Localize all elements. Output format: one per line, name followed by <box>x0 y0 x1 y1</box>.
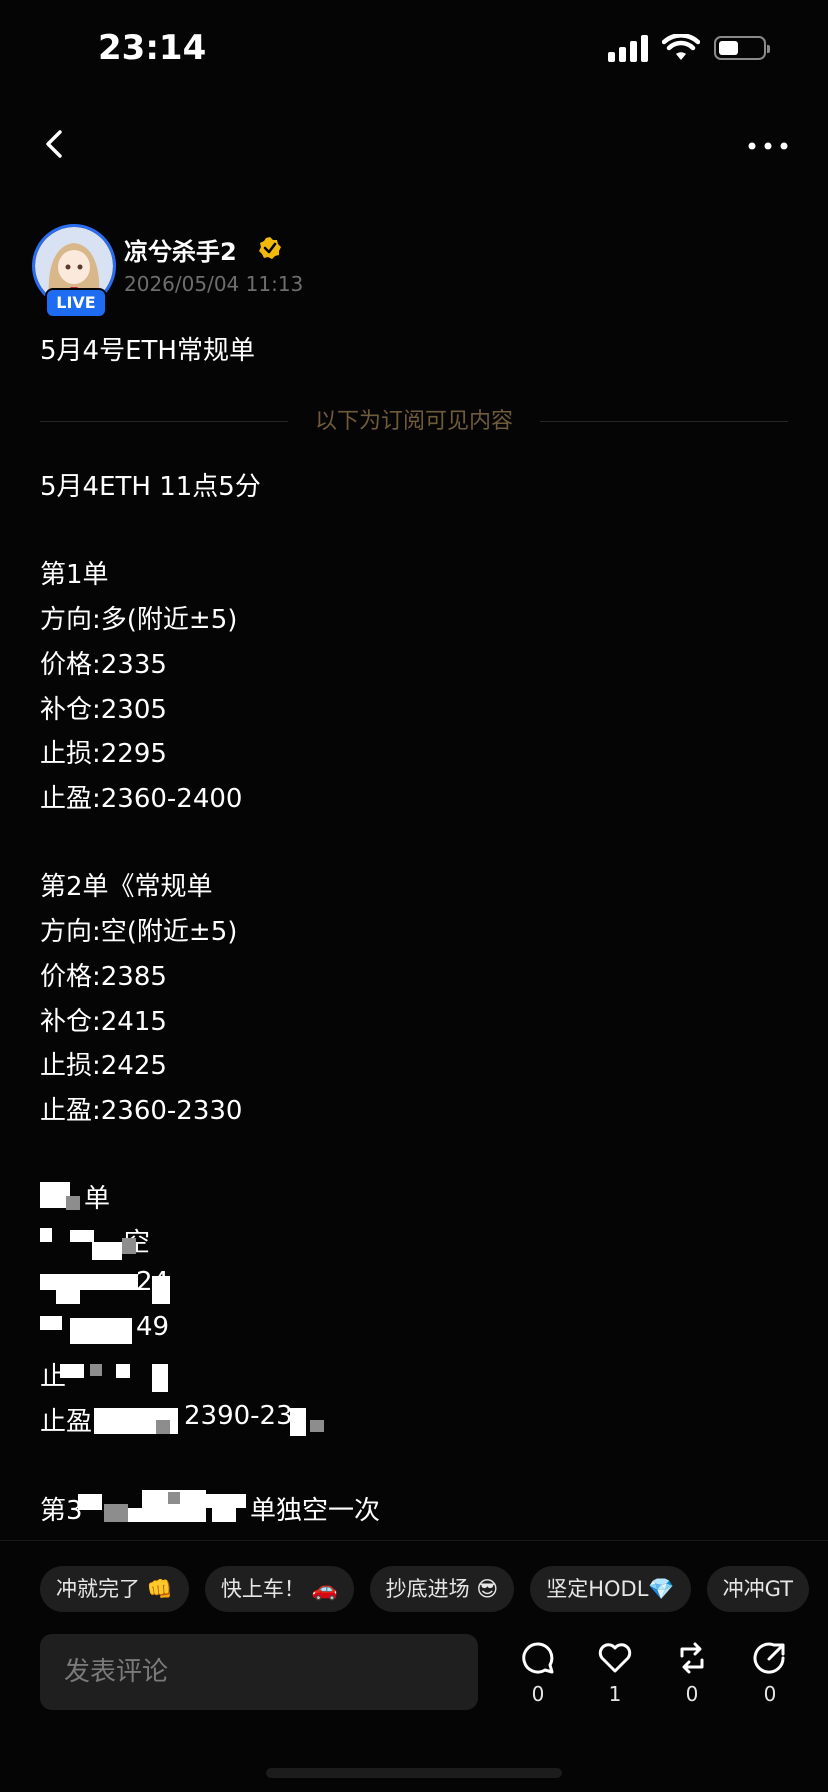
content-line: 单 <box>84 1184 111 1214</box>
author-name[interactable]: 凉兮杀手2 <box>124 232 237 267</box>
repost-count: 0 <box>685 1682 699 1706</box>
like-button[interactable]: 1 <box>595 1640 635 1706</box>
wifi-icon <box>662 34 700 60</box>
repost-button[interactable]: 0 <box>672 1640 712 1706</box>
content-line: 方向:空(附近±5) <box>40 917 238 947</box>
content-line: 补仓:2305 <box>40 695 167 725</box>
bottom-separator <box>0 1540 828 1541</box>
status-time: 23:14 <box>98 28 207 68</box>
quick-reactions: 冲就完了 👊 快上车！ 🚗 抄底进场 😎 坚定HODL💎 冲冲GT <box>40 1566 809 1612</box>
reaction-chip[interactable]: 抄底进场 😎 <box>369 1566 515 1612</box>
post-timestamp: 2026/05/04 11:13 <box>124 272 304 296</box>
post-title: 5月4号ETH常规单 <box>40 336 255 366</box>
content-line: 止损:2425 <box>40 1051 167 1081</box>
repost-icon <box>680 1642 704 1674</box>
content-line: 49 <box>136 1312 170 1342</box>
content-line: 止损:2295 <box>40 739 167 769</box>
content-line: 单独空一次 <box>250 1496 381 1526</box>
content-line: 价格:2335 <box>40 650 167 680</box>
reaction-chip[interactable]: 坚定HODL💎 <box>530 1566 691 1612</box>
content-line: 止盈 <box>40 1407 93 1437</box>
content-line: 止盈:2360-2400 <box>40 784 243 814</box>
cellular-signal-icon <box>608 34 648 62</box>
content-line: 补仓:2415 <box>40 1007 167 1037</box>
subscription-divider-label: 以下为订阅可见内容 <box>314 409 513 434</box>
comment-bubble-icon <box>522 1642 554 1674</box>
content-line: 价格:2385 <box>40 962 167 992</box>
content-line: 第1单 <box>40 560 109 590</box>
author-avatar[interactable]: LIVE <box>32 224 116 318</box>
share-icon <box>753 1642 785 1674</box>
more-options-button[interactable] <box>744 126 792 162</box>
reaction-chip[interactable]: 冲冲GT <box>706 1566 809 1612</box>
live-badge: LIVE <box>45 288 107 318</box>
comment-input[interactable]: 发表评论 <box>40 1634 478 1710</box>
verified-badge-icon <box>259 237 281 259</box>
home-indicator <box>266 1768 562 1778</box>
reaction-chip[interactable]: 快上车！ 🚗 <box>204 1566 354 1612</box>
like-count: 1 <box>608 1682 622 1706</box>
share-count: 0 <box>763 1682 777 1706</box>
battery-icon <box>714 36 770 60</box>
share-button[interactable]: 0 <box>750 1640 790 1706</box>
heart-icon <box>598 1643 632 1673</box>
status-icons <box>608 34 770 62</box>
content-line: 第2单《常规单 <box>40 872 213 902</box>
chevron-left-icon <box>46 130 62 158</box>
comment-button[interactable]: 0 <box>518 1640 558 1706</box>
subscription-divider: 以下为订阅可见内容 <box>40 408 788 436</box>
comment-count: 0 <box>531 1682 545 1706</box>
content-line: 第3 <box>40 1496 83 1526</box>
content-line: 方向:多(附近±5) <box>40 605 238 635</box>
content-line: 止盈:2360-2330 <box>40 1096 243 1126</box>
content-line: 2390-23 <box>184 1401 293 1431</box>
status-bar: 23:14 <box>0 0 828 100</box>
reaction-chip[interactable]: 冲就完了 👊 <box>40 1566 189 1612</box>
content-line: 5月4ETH 11点5分 <box>40 472 261 502</box>
back-button[interactable] <box>36 124 76 164</box>
more-dots-icon <box>748 142 788 150</box>
